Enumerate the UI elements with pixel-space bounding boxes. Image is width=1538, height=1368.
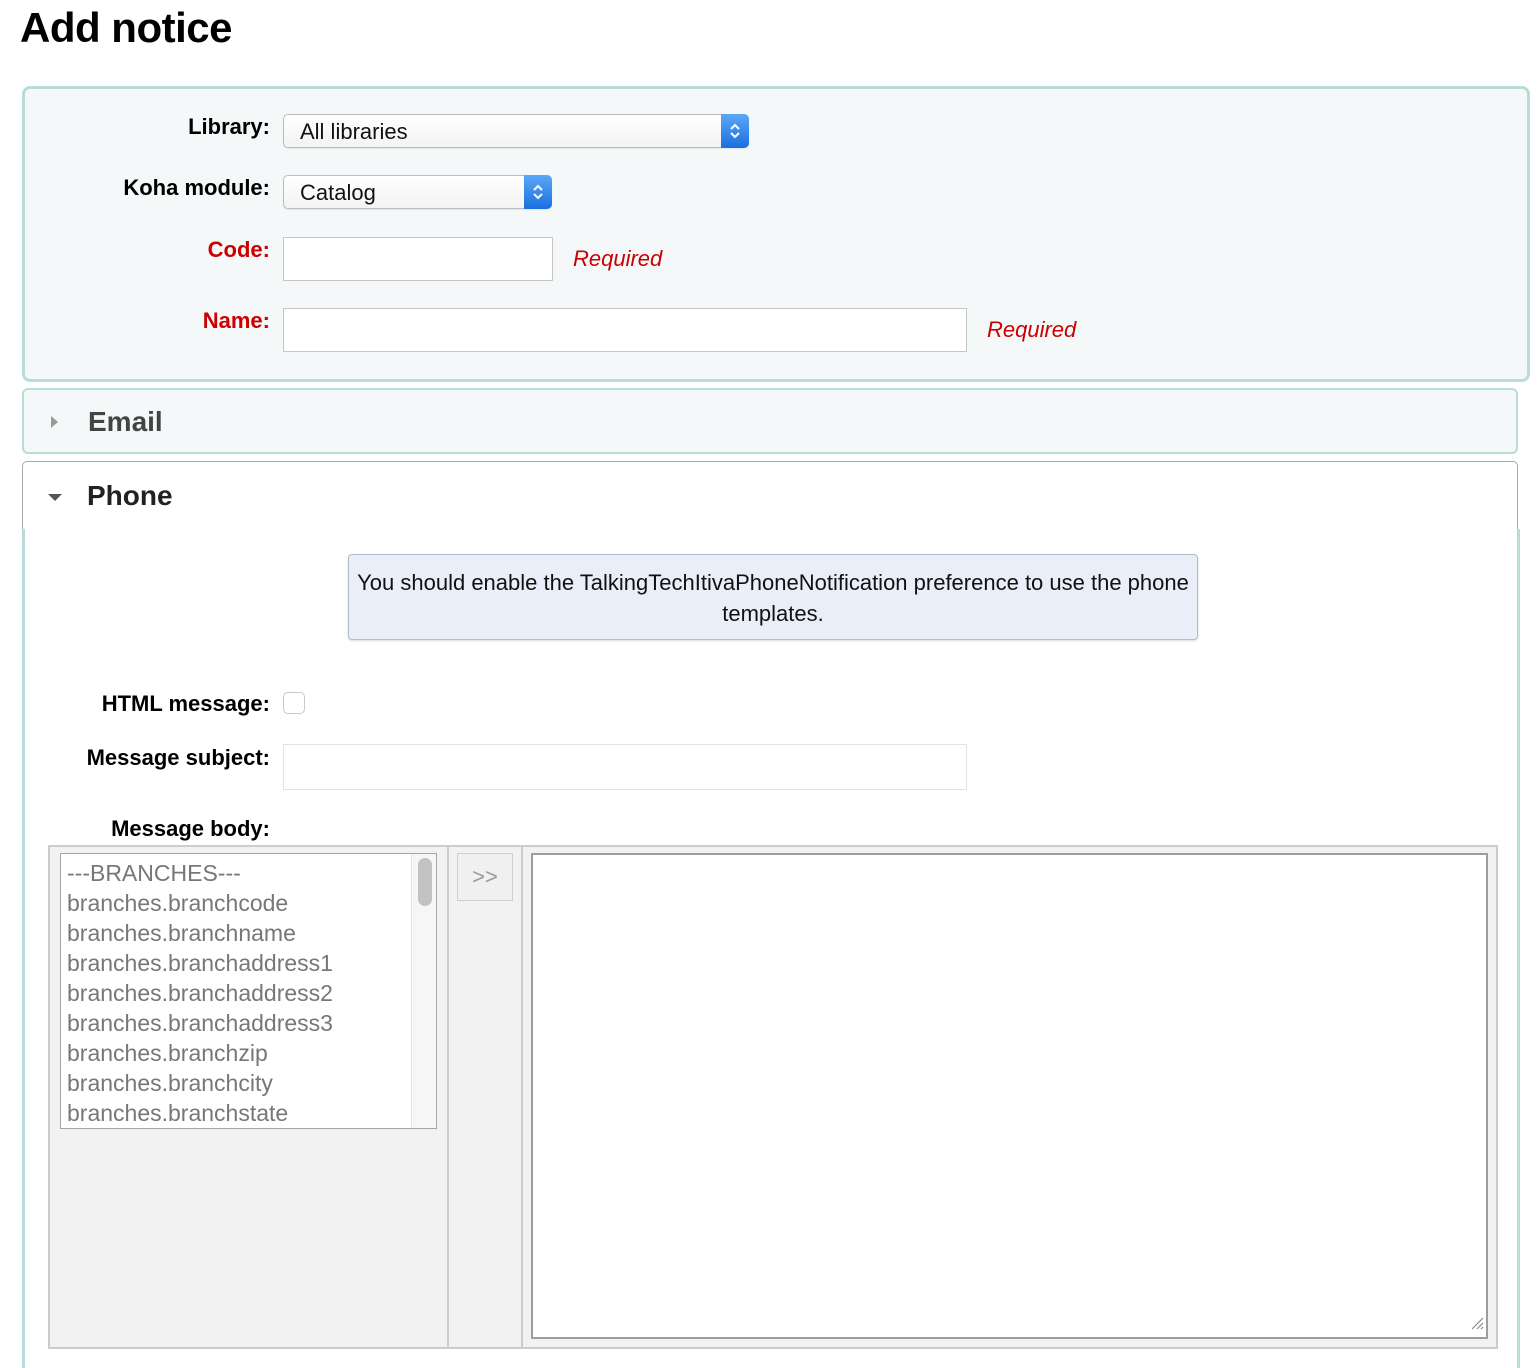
field-option[interactable]: ---BRANCHES--- bbox=[67, 858, 436, 888]
scrollbar-thumb[interactable] bbox=[418, 858, 432, 906]
library-select[interactable]: All libraries bbox=[283, 114, 749, 148]
library-label: Library: bbox=[188, 114, 270, 139]
resize-grip-icon[interactable] bbox=[1468, 1314, 1484, 1335]
insert-field-button[interactable]: >> bbox=[457, 853, 513, 901]
library-select-value: All libraries bbox=[300, 119, 408, 144]
koha-module-select-value: Catalog bbox=[300, 180, 376, 205]
email-section-header[interactable]: Email bbox=[22, 388, 1518, 454]
field-option[interactable]: branches.branchcode bbox=[67, 888, 436, 918]
field-option[interactable]: branches.branchaddress1 bbox=[67, 948, 436, 978]
phone-preference-notice: You should enable the TalkingTechItivaPh… bbox=[348, 554, 1198, 640]
phone-section-header[interactable]: Phone bbox=[22, 461, 1518, 531]
name-required-note: Required bbox=[987, 317, 1077, 342]
message-subject-label: Message subject: bbox=[86, 745, 270, 770]
page-title: Add notice bbox=[20, 4, 233, 51]
message-body-label: Message body: bbox=[111, 816, 270, 841]
html-message-label: HTML message: bbox=[101, 691, 270, 716]
message-subject-input[interactable] bbox=[283, 744, 967, 790]
field-option[interactable]: branches.branchaddress3 bbox=[67, 1008, 436, 1038]
select-updown-icon bbox=[524, 175, 552, 209]
field-option[interactable]: branches.branchaddress2 bbox=[67, 978, 436, 1008]
code-input[interactable] bbox=[283, 237, 553, 281]
insert-cell: >> bbox=[449, 847, 523, 1347]
code-required-note: Required bbox=[573, 246, 663, 271]
html-message-checkbox[interactable] bbox=[283, 692, 305, 714]
field-list-cell: ---BRANCHES--- branches.branchcode branche… bbox=[50, 847, 449, 1347]
select-updown-icon bbox=[721, 114, 749, 148]
caret-down-icon bbox=[47, 490, 63, 508]
field-list-scrollbar[interactable] bbox=[411, 854, 436, 1128]
field-option[interactable]: branches.branchstate bbox=[67, 1098, 436, 1128]
field-option[interactable]: branches.branchcity bbox=[67, 1068, 436, 1098]
message-body-editor: ---BRANCHES--- branches.branchcode branche… bbox=[48, 845, 1498, 1349]
koha-module-select[interactable]: Catalog bbox=[283, 175, 552, 209]
textarea-cell bbox=[523, 847, 1496, 1347]
koha-module-label: Koha module: bbox=[123, 175, 270, 200]
name-label: Name: bbox=[202, 308, 270, 333]
message-body-textarea[interactable] bbox=[531, 853, 1488, 1339]
field-list[interactable]: ---BRANCHES--- branches.branchcode branche… bbox=[60, 853, 437, 1129]
field-option[interactable]: branches.branchzip bbox=[67, 1038, 436, 1068]
code-label: Code: bbox=[207, 237, 270, 262]
phone-section-title: Phone bbox=[87, 480, 173, 511]
email-section-title: Email bbox=[88, 406, 163, 437]
field-items: ---BRANCHES--- branches.branchcode branche… bbox=[61, 854, 436, 1128]
caret-right-icon bbox=[48, 414, 60, 435]
field-option[interactable]: branches.branchname bbox=[67, 918, 436, 948]
name-input[interactable] bbox=[283, 308, 967, 352]
add-notice-page: Add notice Library: All libraries Koha m… bbox=[0, 0, 1538, 1368]
